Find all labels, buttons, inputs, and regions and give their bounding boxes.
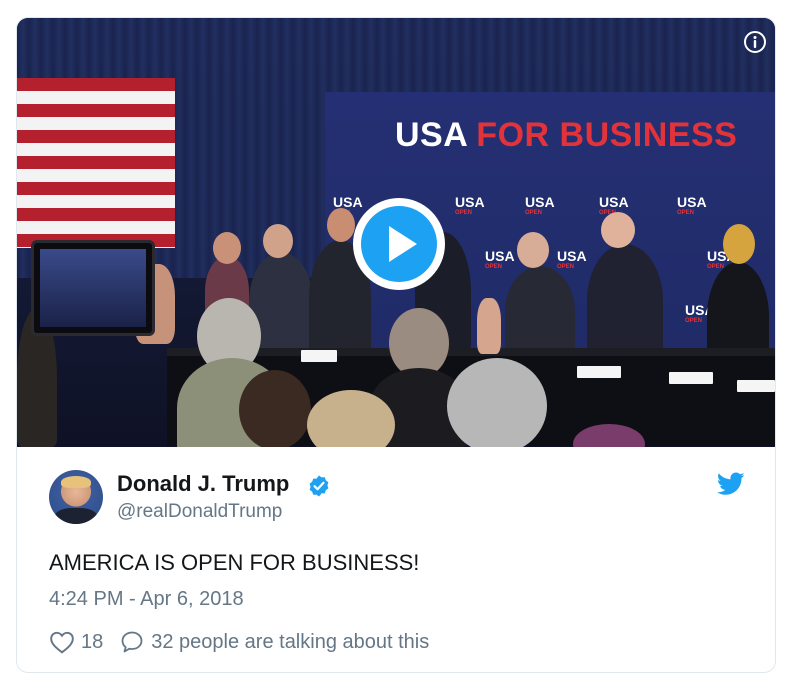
author-handle[interactable]: @realDonaldTrump [117,501,282,523]
avatar[interactable] [49,470,103,524]
tweet-timestamp[interactable]: 4:24 PM - Apr 6, 2018 [49,588,244,611]
name-placard [669,372,713,384]
audience-head [447,358,547,447]
verified-badge-icon [307,474,331,498]
banner-usa-text: USA [395,116,469,154]
talking-about-text: 32 people are talking about this [151,630,430,653]
tweet-text: AMERICA IS OPEN FOR BUSINESS! [49,550,420,575]
person-head [263,224,293,258]
phone-recording [31,240,155,336]
person-head [213,232,241,264]
video-thumbnail[interactable]: USAFOR BUSINESS USAOPEN USAOPEN USAOPEN … [17,18,775,447]
american-flag [17,78,175,248]
play-button[interactable] [353,198,445,290]
person-head [723,224,755,264]
banner-mini-logo: USAOPEN [455,194,485,216]
tweet-actions: 18 32 people are talking about this [49,628,429,656]
banner-mini-logo: USAOPEN [485,248,515,270]
banner-mini-logo: USAOPEN [557,248,587,270]
banner-mini-logo: USAOPEN [677,194,707,216]
like-count: 18 [81,630,104,653]
heart-icon [50,631,74,654]
audience-head [239,370,311,447]
name-placard [577,366,621,378]
play-icon [361,206,437,282]
twitter-bird-icon[interactable] [716,472,745,496]
person-head [601,212,635,248]
person-silhouette [505,266,575,358]
person-head [327,208,355,242]
author-name[interactable]: Donald J. Trump [117,471,289,497]
name-placard [301,350,337,362]
banner-mini-logo: USAOPEN [525,194,555,216]
banner-title: USA FOR BUSINESS [395,116,737,155]
speech-bubble-icon [121,631,143,653]
conversation-button[interactable]: 32 people are talking about this [119,630,429,654]
embedded-tweet-card[interactable]: USAFOR BUSINESS USAOPEN USAOPEN USAOPEN … [16,17,776,673]
raised-hand [477,298,501,354]
banner-business-text: FOR BUSINESS [476,116,738,154]
name-placard [737,380,775,392]
info-icon[interactable] [743,30,767,54]
person-head [517,232,549,268]
like-button[interactable]: 18 [49,630,103,654]
person-silhouette [587,244,663,358]
